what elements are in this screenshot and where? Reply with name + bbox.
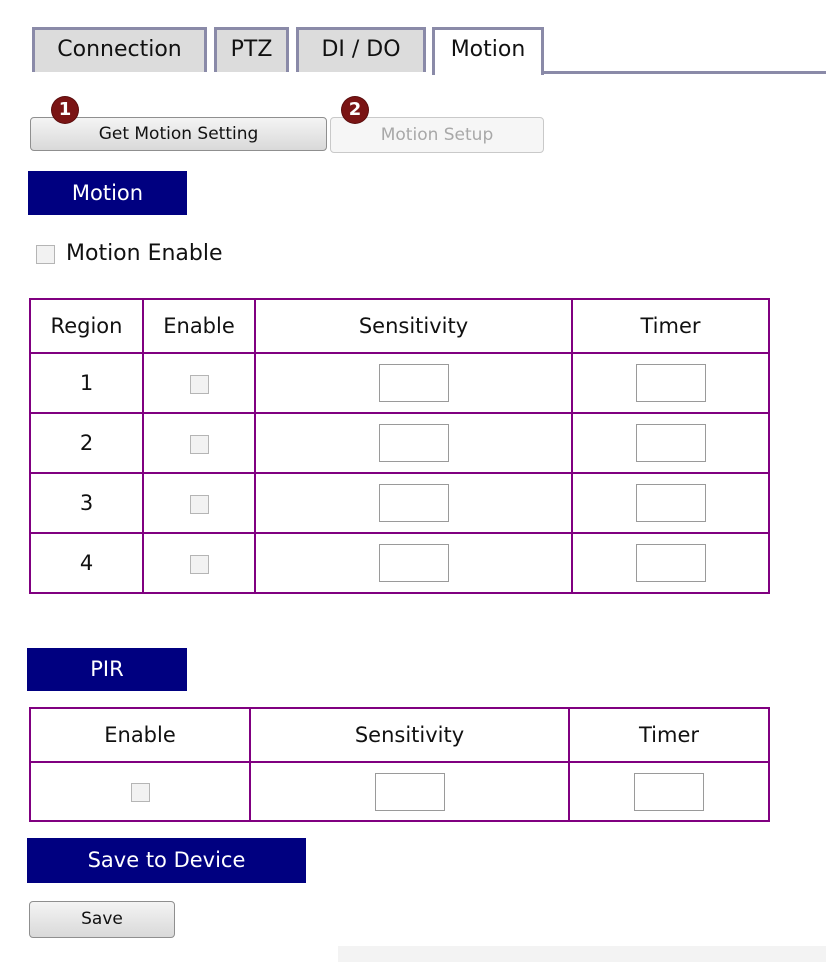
bottom-strip bbox=[0, 946, 338, 962]
tab-connection[interactable]: Connection bbox=[32, 27, 207, 72]
region-1-timer-input[interactable] bbox=[635, 364, 706, 402]
pir-timer-input[interactable] bbox=[634, 772, 704, 811]
region-timer-cell bbox=[571, 412, 770, 474]
region-4-sensitivity-input[interactable] bbox=[378, 544, 449, 582]
get-motion-setting-button[interactable]: Get Motion Setting bbox=[30, 117, 327, 151]
table-header-row: Region Enable Sensitivity Timer bbox=[29, 298, 770, 354]
pir-section-header: PIR bbox=[27, 648, 187, 691]
pir-timer-cell bbox=[568, 761, 770, 822]
step-1-badge: 1 bbox=[52, 97, 78, 123]
table-row: 1 bbox=[29, 352, 770, 414]
pir-table: Enable Sensitivity Timer bbox=[29, 707, 770, 822]
step-2-badge: 2 bbox=[342, 97, 368, 123]
save-button[interactable]: Save bbox=[29, 901, 175, 938]
header-enable: Enable bbox=[142, 298, 256, 354]
region-3-timer-input[interactable] bbox=[635, 484, 706, 522]
motion-section-header: Motion bbox=[28, 171, 187, 215]
pir-sensitivity-cell bbox=[249, 761, 570, 822]
table-row: 3 bbox=[29, 472, 770, 534]
pir-enable-cell bbox=[29, 761, 251, 822]
region-enable-cell bbox=[142, 352, 256, 414]
header-sensitivity: Sensitivity bbox=[249, 707, 570, 763]
region-4-enable-checkbox[interactable] bbox=[189, 554, 209, 574]
region-3-sensitivity-input[interactable] bbox=[378, 484, 449, 522]
table-row: 2 bbox=[29, 412, 770, 474]
motion-setup-button[interactable]: Motion Setup bbox=[330, 117, 544, 153]
motion-enable-checkbox[interactable] bbox=[36, 245, 55, 264]
header-timer: Timer bbox=[568, 707, 770, 763]
region-number: 1 bbox=[29, 352, 144, 414]
region-2-timer-input[interactable] bbox=[635, 424, 706, 462]
region-2-sensitivity-input[interactable] bbox=[378, 424, 449, 462]
tab-motion[interactable]: Motion bbox=[432, 27, 544, 75]
save-to-device-header: Save to Device bbox=[27, 838, 306, 883]
region-timer-cell bbox=[571, 472, 770, 534]
region-1-enable-checkbox[interactable] bbox=[189, 374, 209, 394]
region-number: 3 bbox=[29, 472, 144, 534]
region-1-sensitivity-input[interactable] bbox=[378, 364, 449, 402]
header-sensitivity: Sensitivity bbox=[254, 298, 573, 354]
region-sensitivity-cell bbox=[254, 412, 573, 474]
region-enable-cell bbox=[142, 412, 256, 474]
region-enable-cell bbox=[142, 472, 256, 534]
pir-enable-checkbox[interactable] bbox=[130, 783, 150, 802]
motion-enable-label: Motion Enable bbox=[66, 241, 223, 266]
header-enable: Enable bbox=[29, 707, 251, 763]
region-timer-cell bbox=[571, 352, 770, 414]
tab-ptz[interactable]: PTZ bbox=[214, 27, 289, 72]
tab-di-do[interactable]: DI / DO bbox=[296, 27, 426, 72]
table-header-row: Enable Sensitivity Timer bbox=[29, 707, 770, 763]
pir-sensitivity-input[interactable] bbox=[374, 772, 445, 811]
tab-underline bbox=[542, 71, 826, 74]
region-enable-cell bbox=[142, 532, 256, 594]
motion-region-table: Region Enable Sensitivity Timer 1 2 3 4 bbox=[29, 298, 770, 594]
header-region: Region bbox=[29, 298, 144, 354]
region-timer-cell bbox=[571, 532, 770, 594]
region-2-enable-checkbox[interactable] bbox=[189, 434, 209, 454]
region-3-enable-checkbox[interactable] bbox=[189, 494, 209, 514]
region-sensitivity-cell bbox=[254, 352, 573, 414]
region-4-timer-input[interactable] bbox=[635, 544, 706, 582]
region-number: 4 bbox=[29, 532, 144, 594]
region-sensitivity-cell bbox=[254, 532, 573, 594]
table-row: 4 bbox=[29, 532, 770, 594]
table-row bbox=[29, 761, 770, 822]
region-number: 2 bbox=[29, 412, 144, 474]
region-sensitivity-cell bbox=[254, 472, 573, 534]
header-timer: Timer bbox=[571, 298, 770, 354]
